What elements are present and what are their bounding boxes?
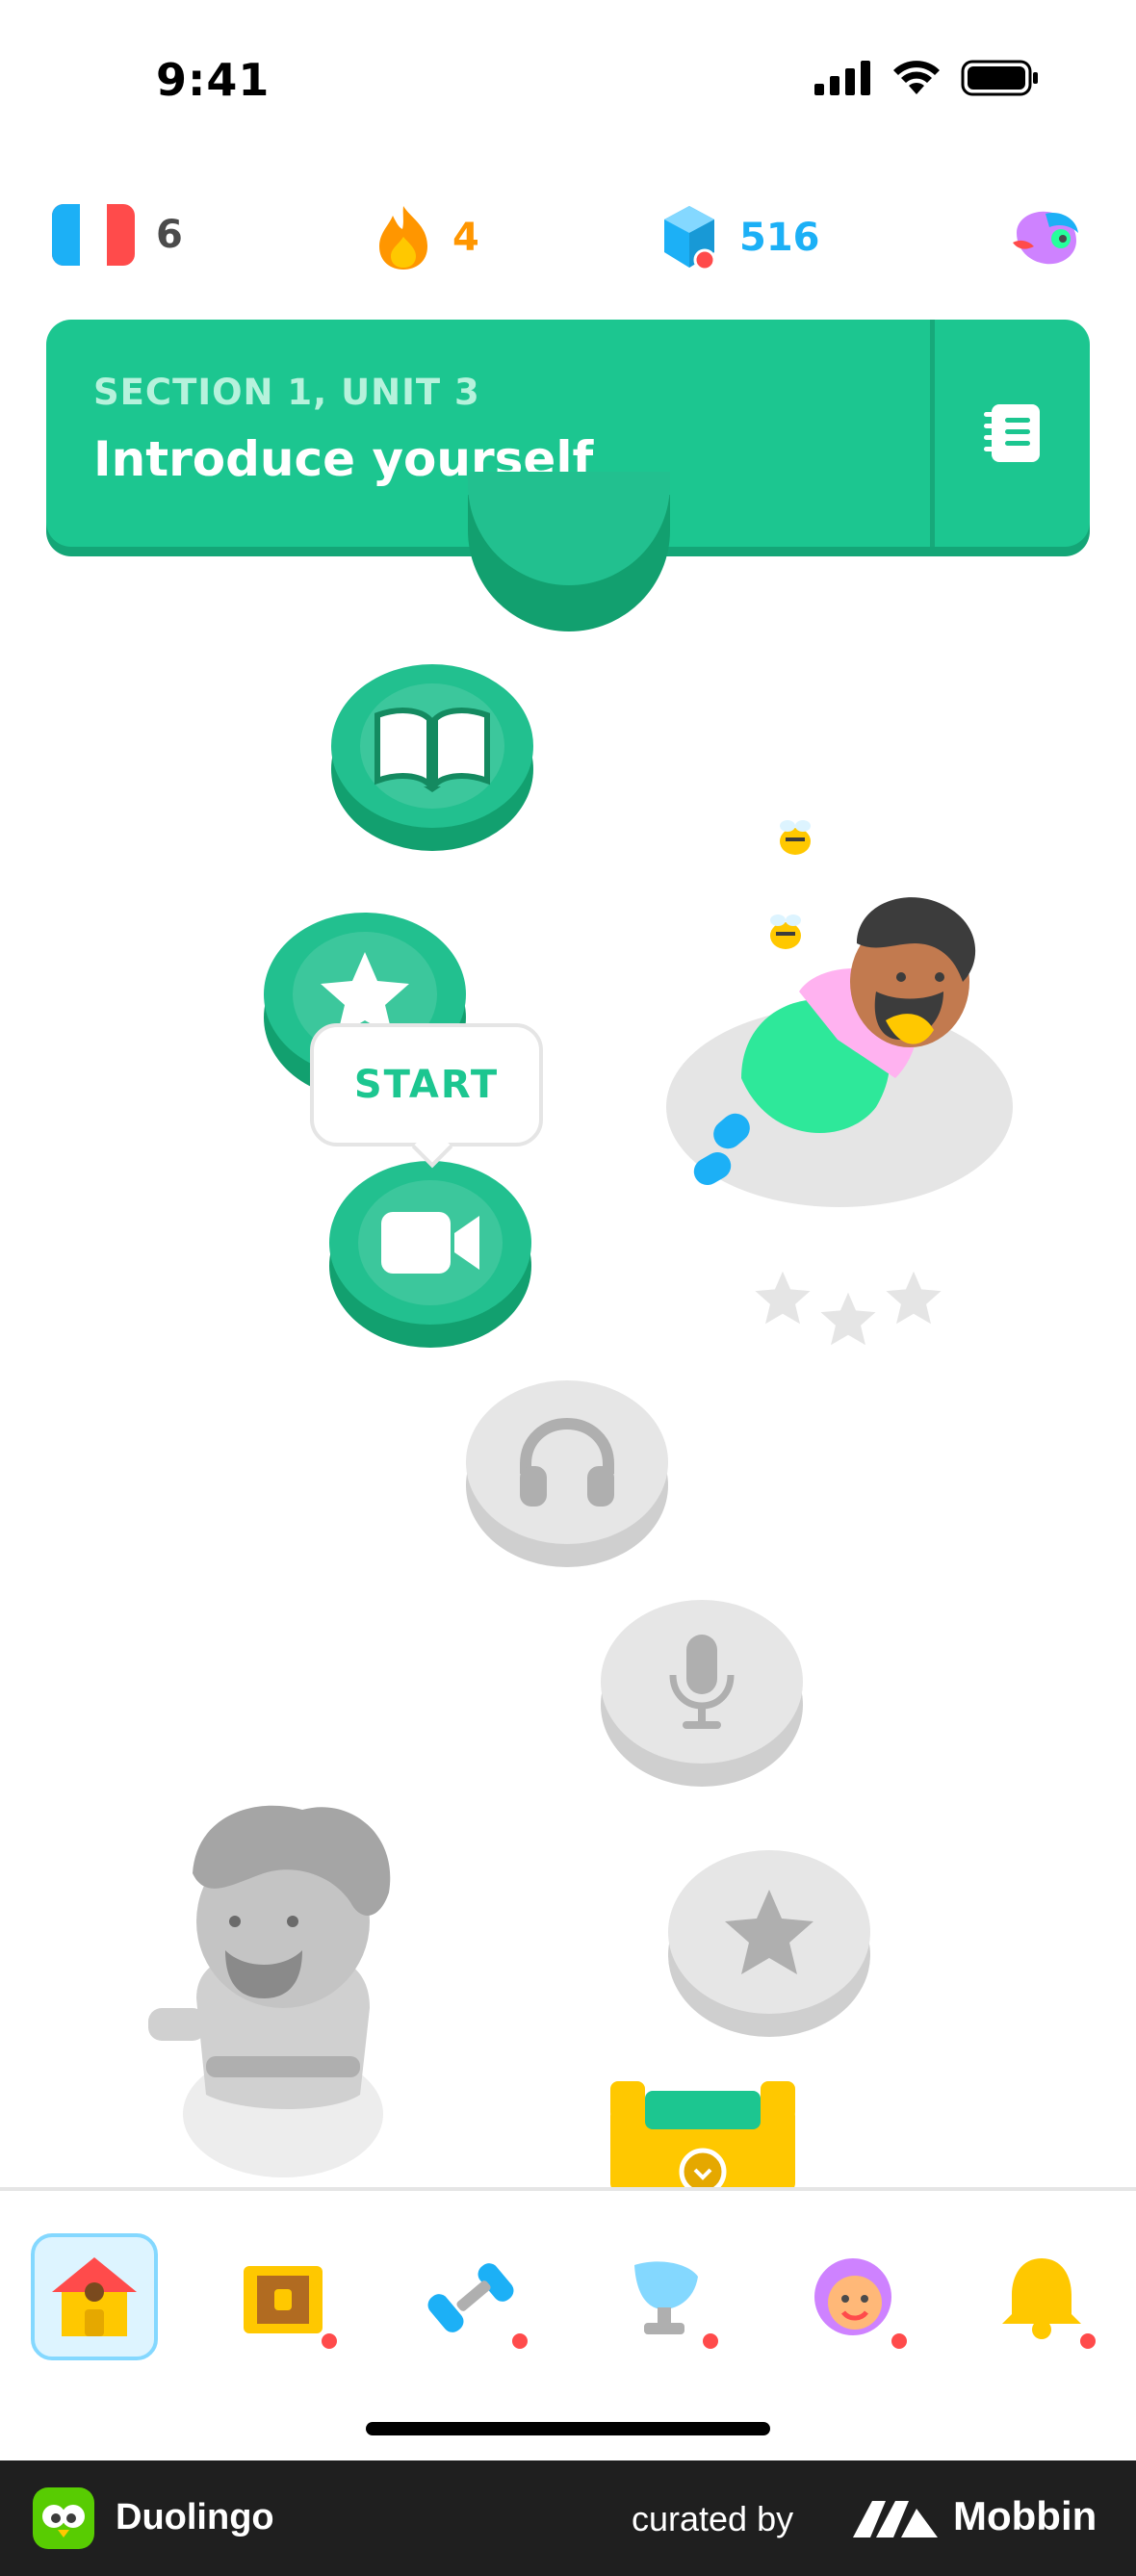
wifi-icon	[893, 61, 940, 94]
status-bar: 9:41	[0, 0, 1136, 164]
dumbbell-icon	[427, 2263, 514, 2332]
streak-count: 4	[452, 216, 479, 260]
super-owl-icon	[1013, 211, 1078, 265]
headphones-icon	[520, 1417, 614, 1507]
trophy-icon	[634, 2261, 698, 2334]
video-icon	[381, 1212, 479, 1274]
tab-notifications[interactable]	[978, 2233, 1105, 2360]
gems-count: 516	[739, 216, 820, 260]
path-node-microphone-locked[interactable]	[601, 1600, 803, 1787]
star-outline-icon	[820, 1292, 876, 1346]
start-tooltip[interactable]: START	[310, 1023, 543, 1169]
path-node-partial[interactable]	[468, 472, 670, 631]
home-indicator[interactable]	[366, 2422, 770, 2435]
path-node-book[interactable]	[331, 664, 533, 851]
notification-badge	[888, 2330, 911, 2353]
duolingo-logo-icon	[33, 2487, 94, 2549]
mobbin-logo-icon	[853, 2501, 938, 2537]
path-node-video-current[interactable]	[329, 1161, 531, 1348]
tab-profile[interactable]	[789, 2233, 917, 2360]
gems-counter[interactable]: 516	[660, 204, 820, 271]
tab-leagues[interactable]	[601, 2233, 728, 2360]
path-node-headphones-locked[interactable]	[466, 1380, 668, 1567]
progress-stars	[753, 1269, 943, 1348]
tab-home[interactable]	[31, 2233, 158, 2360]
flame-icon	[379, 206, 427, 270]
tab-chests[interactable]	[219, 2233, 347, 2360]
course-selector[interactable]: 6	[52, 204, 183, 266]
curated-by-label: curated by	[632, 2499, 794, 2538]
signal-icon	[814, 61, 870, 95]
section-label: SECTION 1, UNIT 3	[93, 372, 480, 413]
mobbin-brand: Mobbin	[953, 2493, 1097, 2538]
avatar-icon	[814, 2258, 891, 2335]
start-label: START	[353, 1063, 500, 1107]
attribution-footer: Duolingo curated by Mobbin	[0, 2460, 1136, 2576]
character-locked-illustration	[148, 1805, 391, 2177]
course-count: 6	[156, 213, 183, 257]
star-icon	[725, 1890, 813, 1974]
book-icon	[374, 708, 490, 792]
tab-practice[interactable]	[410, 2233, 537, 2360]
notification-badge	[699, 2330, 722, 2353]
bottom-tab-bar	[0, 2187, 1136, 2460]
path-node-star-locked[interactable]	[668, 1850, 870, 2037]
bell-icon	[1002, 2258, 1081, 2339]
bee-icon	[780, 820, 811, 855]
star-outline-icon	[886, 1271, 942, 1325]
notebook-icon	[983, 404, 1040, 462]
treasure-chest-icon	[244, 2266, 323, 2333]
app-name: Duolingo	[116, 2497, 274, 2537]
guidebook-button[interactable]	[935, 320, 1090, 547]
super-duolingo-button[interactable]	[1007, 204, 1084, 275]
status-time: 9:41	[156, 54, 271, 106]
character-resting-illustration	[666, 820, 1013, 1207]
top-stats-bar: 6 4 516	[0, 193, 1136, 289]
notification-badge	[508, 2330, 531, 2353]
france-flag-icon	[52, 204, 135, 266]
streak-counter[interactable]: 4	[375, 204, 479, 271]
microphone-icon	[669, 1635, 735, 1729]
status-icons	[814, 60, 1040, 96]
battery-icon	[961, 60, 1038, 96]
treasure-chest-illustration	[610, 2081, 795, 2189]
notification-badge	[1076, 2330, 1099, 2353]
notification-badge	[318, 2330, 341, 2353]
gem-icon	[664, 206, 716, 271]
star-outline-icon	[755, 1271, 811, 1325]
house-icon	[52, 2257, 137, 2336]
